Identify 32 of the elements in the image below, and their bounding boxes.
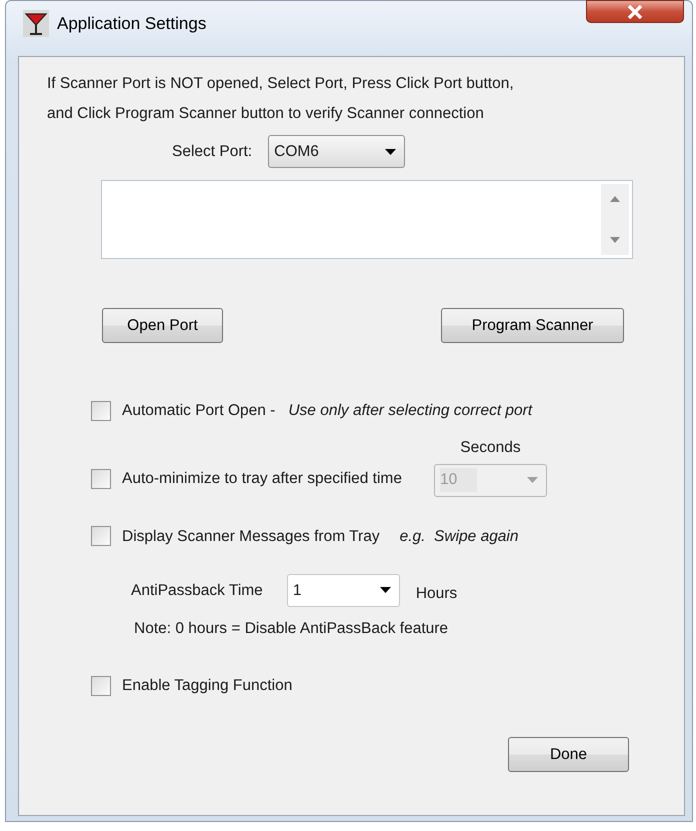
scroll-down-icon[interactable]	[610, 237, 620, 243]
caret-icon	[380, 587, 391, 594]
close-button[interactable]	[586, 0, 684, 23]
program-scanner-button[interactable]: Program Scanner	[441, 308, 624, 343]
option-label: Auto-minimize to tray after specified time	[122, 469, 402, 490]
port-label: Select Port:	[172, 142, 252, 162]
close-icon	[627, 4, 643, 18]
open-port-button[interactable]: Open Port	[102, 308, 223, 343]
antipassback-label: AntiPassback Time	[131, 580, 263, 601]
window-title: Application Settings	[57, 12, 206, 35]
checkbox[interactable]	[91, 676, 111, 696]
checkbox[interactable]	[91, 526, 111, 546]
hint-text: Use only after selecting correct port	[288, 401, 532, 421]
done-button[interactable]: Done	[508, 737, 629, 772]
scroll-up-icon[interactable]	[610, 196, 620, 202]
cocktail-glass-icon	[23, 10, 49, 37]
scrollbar[interactable]	[601, 184, 629, 255]
option-label: Display Scanner Messages from Tray	[122, 526, 380, 546]
option-label: Enable Tagging Function	[122, 676, 292, 696]
caret-icon	[385, 148, 396, 154]
hours-label: Hours	[416, 584, 458, 604]
checkbox[interactable]	[91, 468, 111, 489]
caret-icon	[526, 477, 538, 483]
port-dropdown[interactable]: COM6	[268, 135, 406, 168]
note-text: Note: 0 hours = Disable AntiPassBack feature	[134, 618, 450, 639]
seconds-label: Seconds	[460, 438, 521, 458]
checkbox[interactable]	[91, 400, 111, 421]
hint-text: e.g. Swipe again	[400, 526, 518, 546]
option-label: Automatic Port Open -	[122, 401, 276, 421]
instruction-text: If Scanner Port is NOT opened, Select Port, Press Click Port button, and Click Program Scanner button to verify Scanner connection	[47, 74, 515, 124]
message-box[interactable]	[101, 180, 633, 259]
antipassback-dropdown[interactable]: 1	[286, 574, 400, 607]
